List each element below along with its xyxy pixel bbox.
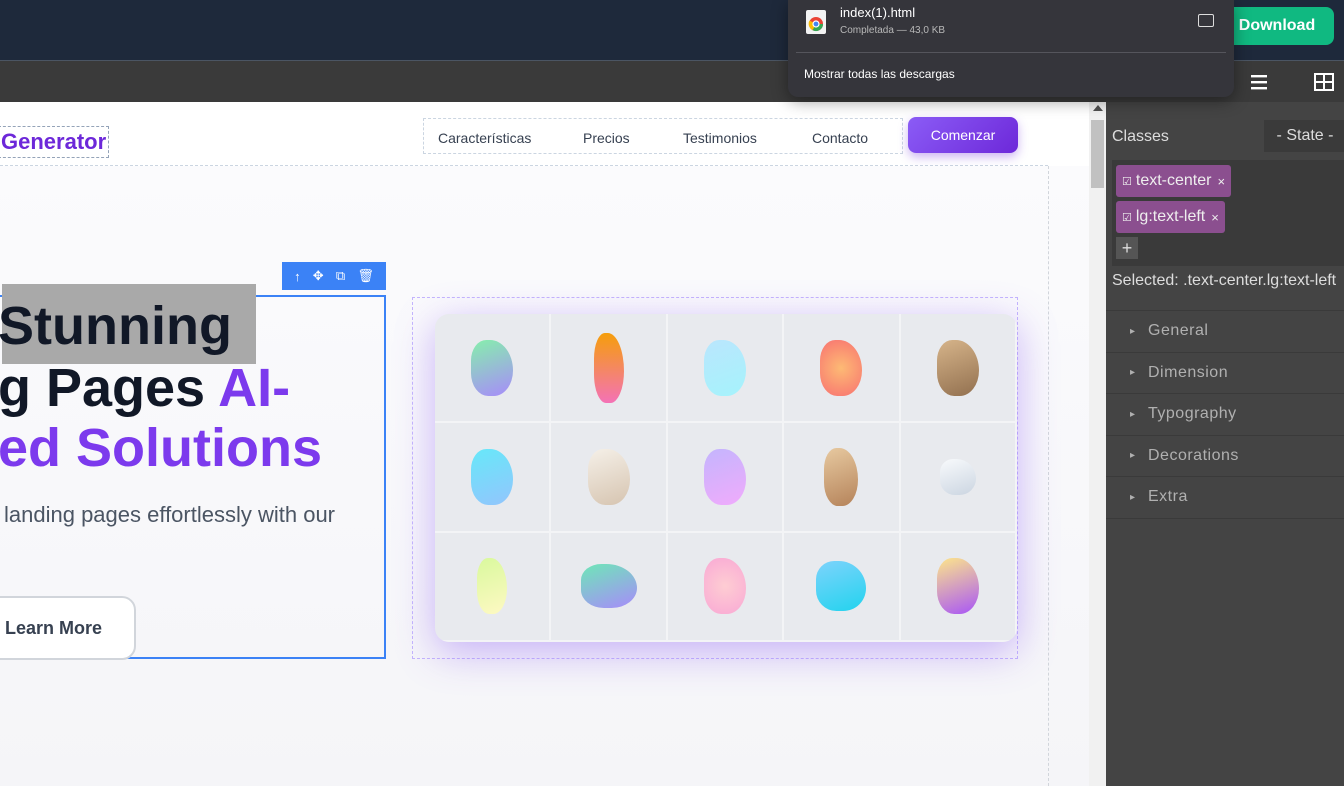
divider	[796, 52, 1226, 53]
sector-decorations[interactable]: Decorations	[1106, 436, 1344, 477]
folder-icon[interactable]	[1198, 14, 1214, 27]
class-tag-text-center[interactable]: ☑ text-center ×	[1116, 165, 1232, 197]
sector-label: Typography	[1148, 405, 1237, 423]
canvas-scrollbar[interactable]	[1089, 102, 1106, 786]
scroll-up-icon[interactable]	[1093, 105, 1103, 111]
start-button[interactable]: Comenzar	[908, 117, 1018, 153]
nav-item-features[interactable]: Características	[438, 130, 531, 146]
download-button[interactable]: Download	[1220, 7, 1334, 45]
state-select[interactable]: - State -	[1264, 120, 1344, 152]
class-tags-area: ☑ text-center × ☑ lg:text-left ×	[1112, 160, 1344, 266]
blocks-icon[interactable]	[1314, 73, 1334, 91]
hero-heading-accent: AI-	[218, 358, 291, 418]
class-tag-label: lg:text-left	[1135, 208, 1206, 225]
scroll-thumb[interactable]	[1091, 120, 1104, 188]
hero-heading-line2[interactable]: g Pages AI-	[0, 358, 290, 418]
nav-item-testimonials[interactable]: Testimonios	[683, 130, 757, 146]
download-status: Completada — 43,0 KB	[840, 25, 946, 36]
layout-guide	[1048, 166, 1049, 786]
style-manager-panel: Classes - State - ☑ text-center × ☑ lg:t…	[1106, 102, 1344, 786]
class-tag-label: text-center	[1135, 172, 1212, 189]
sector-label: Decorations	[1148, 446, 1239, 464]
sector-label: Dimension	[1148, 363, 1229, 381]
hero-image[interactable]	[435, 314, 1017, 642]
sector-extra[interactable]: Extra	[1106, 477, 1344, 519]
selected-classes: Selected: .text-center.lg:text-left	[1112, 272, 1337, 289]
sector-label: General	[1148, 322, 1209, 340]
sector-typography[interactable]: Typography	[1106, 394, 1344, 436]
remove-tag-icon[interactable]: ×	[1211, 210, 1219, 225]
html-file-icon	[806, 10, 826, 34]
site-nav[interactable]: Características Precios Testimonios Cont…	[423, 118, 903, 154]
delete-icon[interactable]: 🗑	[357, 268, 374, 284]
checkbox-icon[interactable]: ☑	[1122, 211, 1132, 224]
hero-heading-line2-text: g Pages	[0, 358, 219, 418]
hero-paragraph[interactable]: landing pages effortlessly with our	[4, 502, 335, 528]
clone-icon[interactable]: ⧉	[336, 268, 345, 284]
sector-dimension[interactable]: Dimension	[1106, 353, 1344, 394]
classes-label: Classes	[1112, 128, 1169, 145]
select-parent-icon[interactable]: ↑	[294, 269, 301, 284]
editor-canvas[interactable]: Generator Características Precios Testim…	[0, 102, 1106, 786]
learn-more-button[interactable]: Learn More	[0, 596, 136, 660]
sector-general[interactable]: General	[1106, 311, 1344, 353]
hero-heading-line1[interactable]: Stunning	[0, 296, 232, 356]
hero-heading-line3[interactable]: ed Solutions	[0, 418, 322, 478]
checkbox-icon[interactable]: ☑	[1122, 175, 1132, 188]
layer-manager-icon[interactable]	[1249, 73, 1269, 91]
nav-item-pricing[interactable]: Precios	[583, 130, 630, 146]
nav-item-contact[interactable]: Contacto	[812, 130, 868, 146]
class-tag-lg-text-left[interactable]: ☑ lg:text-left ×	[1116, 201, 1225, 233]
move-icon[interactable]: ✥	[313, 268, 324, 284]
selection-toolbar: ↑ ✥ ⧉ 🗑	[282, 262, 386, 290]
site-header[interactable]: Generator Características Precios Testim…	[0, 108, 1048, 166]
download-file-name[interactable]: index(1).html	[840, 5, 915, 20]
site-logo[interactable]: Generator	[0, 126, 110, 158]
add-class-button[interactable]: +	[1116, 237, 1138, 259]
downloads-popup: index(1).html Completada — 43,0 KB Mostr…	[788, 0, 1234, 97]
show-all-downloads-link[interactable]: Mostrar todas las descargas	[804, 67, 955, 81]
style-sectors: General Dimension Typography Decorations…	[1106, 310, 1344, 519]
remove-tag-icon[interactable]: ×	[1217, 174, 1225, 189]
sector-label: Extra	[1148, 488, 1188, 506]
